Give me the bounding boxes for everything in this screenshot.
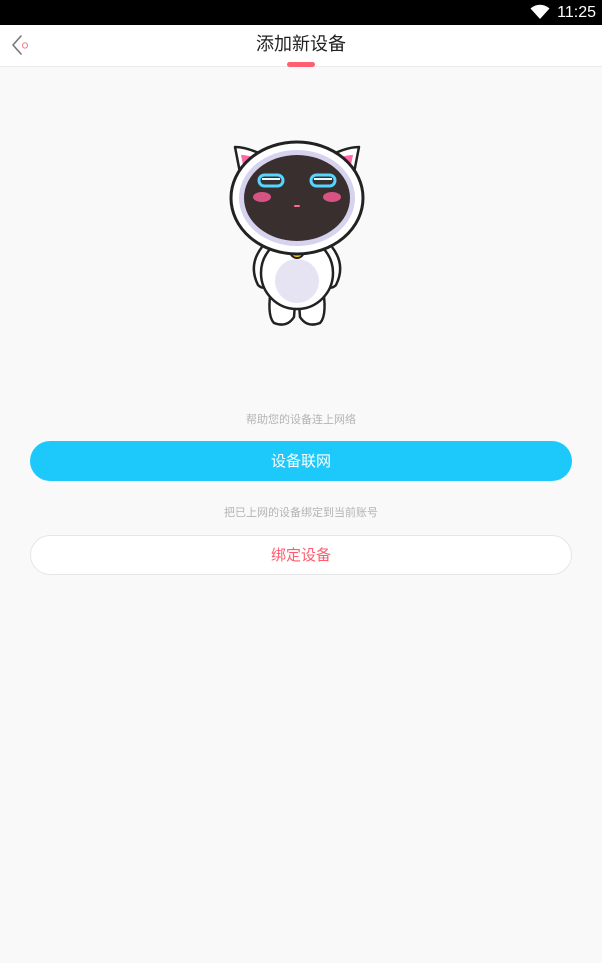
network-hint: 帮助您的设备连上网络: [246, 413, 356, 426]
status-bar: 11:25: [0, 0, 602, 25]
bind-hint: 把已上网的设备绑定到当前账号: [224, 506, 378, 519]
robot-cat-mascot: [229, 140, 365, 326]
bind-device-button[interactable]: 绑定设备: [30, 535, 572, 575]
page-title: 添加新设备: [256, 34, 346, 55]
wifi-icon: [530, 4, 550, 19]
app-bar: 添加新设备: [0, 25, 602, 67]
title-underline: [287, 62, 315, 67]
network-button[interactable]: 设备联网: [30, 441, 572, 481]
status-time: 11:25: [557, 4, 596, 21]
